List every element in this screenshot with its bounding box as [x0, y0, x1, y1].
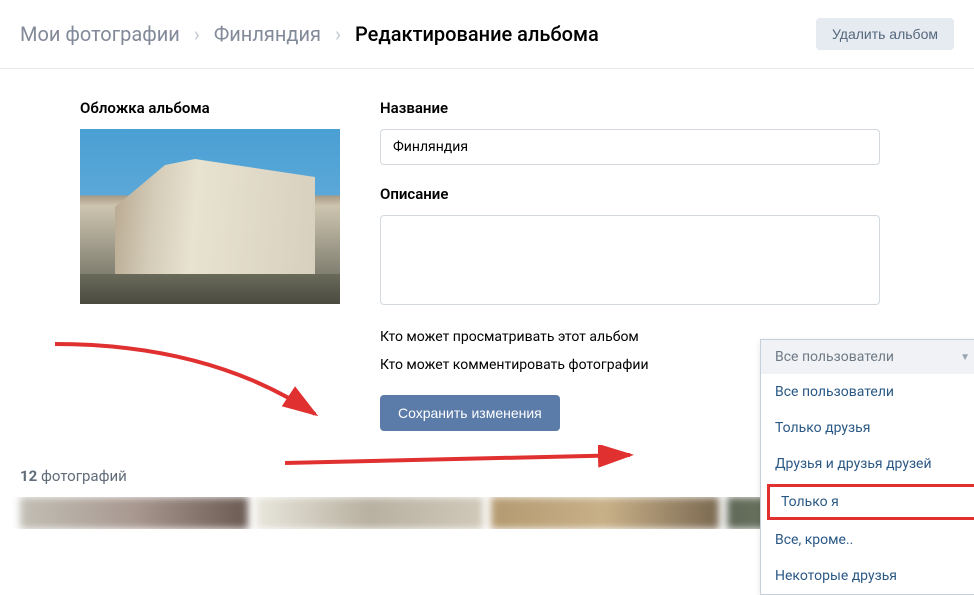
breadcrumb-current: Редактирование альбома [355, 22, 599, 46]
dropdown-selected-label: Все пользователи [775, 349, 894, 365]
desc-textarea[interactable] [380, 215, 880, 305]
title-input[interactable] [380, 129, 880, 165]
dropdown-option-onlyme[interactable]: Только я [767, 484, 974, 520]
perm-comment-label: Кто может комментировать фотографии [380, 357, 649, 373]
delete-album-button[interactable]: Удалить альбом [816, 18, 954, 50]
breadcrumb: Мои фотографии › Финляндия › Редактирова… [20, 22, 599, 46]
photos-count: 12 фотографий [20, 467, 127, 485]
caret-down-icon: ▼ [960, 352, 970, 363]
chevron-right-icon: › [194, 22, 200, 46]
dropdown-option-friends[interactable]: Только друзья [761, 410, 974, 446]
perm-view-label: Кто может просматривать этот альбом [380, 329, 639, 345]
photo-thumbnail[interactable] [256, 497, 484, 529]
desc-label: Описание [380, 185, 880, 203]
cover-label: Обложка альбома [80, 99, 340, 117]
album-cover-image[interactable] [80, 129, 340, 304]
breadcrumb-album[interactable]: Финляндия [214, 22, 321, 46]
title-label: Название [380, 99, 880, 117]
breadcrumb-root[interactable]: Мои фотографии [20, 22, 180, 46]
photo-thumbnail[interactable] [20, 497, 248, 529]
header: Мои фотографии › Финляндия › Редактирова… [0, 0, 974, 69]
chevron-right-icon: › [335, 22, 341, 46]
dropdown-option-all[interactable]: Все пользователи [761, 374, 974, 410]
edit-form: Обложка альбома Название Описание Кто мо… [0, 69, 974, 451]
dropdown-selected[interactable]: Все пользователи ▼ [761, 340, 974, 374]
dropdown-option-except[interactable]: Все, кроме.. [761, 522, 974, 558]
photo-thumbnail[interactable] [491, 497, 719, 529]
dropdown-option-fof[interactable]: Друзья и друзья друзей [761, 446, 974, 482]
dropdown-option-some[interactable]: Некоторые друзья [761, 558, 974, 594]
save-button[interactable]: Сохранить изменения [380, 395, 560, 431]
privacy-dropdown: Все пользователи ▼ Все пользователи Толь… [760, 339, 974, 595]
